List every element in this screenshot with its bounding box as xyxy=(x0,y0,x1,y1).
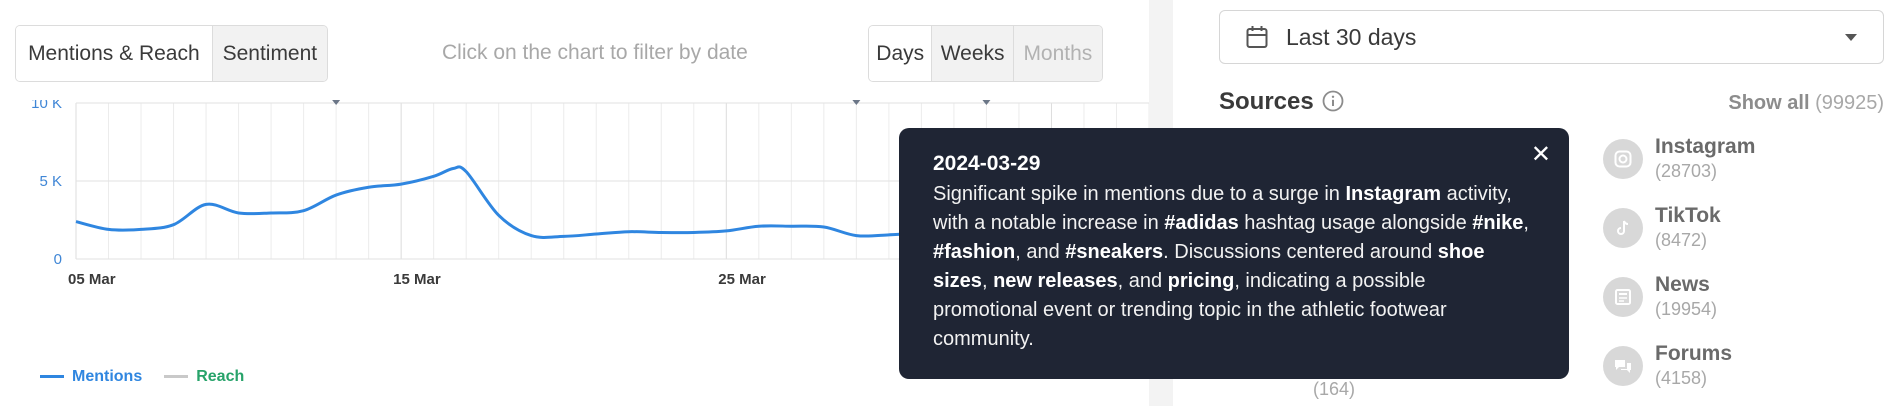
tiktok-icon xyxy=(1603,208,1643,248)
show-all-link[interactable]: Show all (99925) xyxy=(1728,92,1884,115)
tooltip-text: hashtag usage alongside xyxy=(1238,212,1473,234)
tooltip-text: , and xyxy=(1015,241,1066,263)
tooltip-body: Significant spike in mentions due to a s… xyxy=(933,180,1535,354)
x-axis-ticks: 05 Mar 15 Mar 25 Mar xyxy=(68,271,766,288)
tooltip-highlight: #nike xyxy=(1472,212,1524,234)
tooltip-highlight: Instagram xyxy=(1345,183,1442,205)
y-tick-label: 5 K xyxy=(39,173,62,190)
tooltip-text: , xyxy=(981,270,994,292)
source-name: Instagram xyxy=(1655,135,1756,158)
tooltip-highlight: #fashion xyxy=(933,241,1016,263)
close-icon[interactable]: ✕ xyxy=(1531,140,1551,169)
legend-mentions-swatch xyxy=(40,375,64,379)
info-icon[interactable] xyxy=(1322,90,1344,112)
sources-title: Sources xyxy=(1219,88,1314,115)
source-name: News xyxy=(1655,273,1710,296)
legend-mentions-label: Mentions xyxy=(72,368,143,385)
calendar-icon xyxy=(1246,26,1268,48)
source-count: (19954) xyxy=(1655,299,1718,319)
source-name: TikTok xyxy=(1655,204,1721,227)
tooltip-highlight: pricing xyxy=(1167,270,1235,292)
chart-tabs: Mentions & Reach Sentiment xyxy=(15,25,328,82)
tooltip-text: . Discussions centered around xyxy=(1163,241,1438,263)
tooltip-highlight: #sneakers xyxy=(1065,241,1164,263)
instagram-icon xyxy=(1603,139,1643,179)
tooltip-highlight: #adidas xyxy=(1164,212,1239,234)
legend-mentions[interactable]: Mentions xyxy=(40,368,142,386)
period-weeks-button[interactable]: Weeks xyxy=(932,26,1014,81)
show-all-count: (99925) xyxy=(1815,92,1884,114)
legend-reach-swatch xyxy=(164,375,189,379)
x-tick-label: 15 Mar xyxy=(393,271,441,288)
tooltip-text: Significant spike in mentions due to a s… xyxy=(933,183,1346,205)
tab-sentiment[interactable]: Sentiment xyxy=(212,26,327,81)
chart-filter-hint: Click on the chart to filter by date xyxy=(442,41,748,64)
source-count: (4158) xyxy=(1655,368,1708,388)
date-range-select[interactable]: Last 30 days xyxy=(1219,10,1884,64)
date-range-label: Last 30 days xyxy=(1286,23,1417,50)
legend-reach-label: Reach xyxy=(196,368,245,385)
tooltip-date: 2024-03-29 xyxy=(933,152,1041,175)
period-selector: Days Weeks Months xyxy=(868,25,1103,82)
tooltip-highlight: new releases xyxy=(993,270,1118,292)
tab-mentions-reach[interactable]: Mentions & Reach xyxy=(16,26,213,81)
chart-tooltip: 2024-03-29 Significant spike in mentions… xyxy=(899,128,1569,379)
chart-legend: Mentions Reach xyxy=(40,368,244,386)
period-months-button[interactable]: Months xyxy=(1013,26,1102,81)
tooltip-text: , and xyxy=(1117,270,1168,292)
period-days-button[interactable]: Days xyxy=(869,26,933,81)
hidden-source-count: (164) xyxy=(1313,379,1356,399)
show-all-label: Show all xyxy=(1728,92,1810,114)
news-icon xyxy=(1603,277,1643,317)
source-count: (28703) xyxy=(1655,161,1718,181)
source-name: Forums xyxy=(1655,342,1733,365)
legend-reach[interactable]: Reach xyxy=(164,368,244,386)
source-count: (8472) xyxy=(1655,230,1708,250)
y-tick-label: 0 xyxy=(54,251,62,268)
y-axis-ticks: 0 5 K 10 K xyxy=(31,100,62,268)
tooltip-text: , xyxy=(1523,212,1529,234)
chevron-down-icon xyxy=(1845,34,1857,41)
dashboard: Mentions & Reach Sentiment Click on the … xyxy=(0,0,1900,406)
x-tick-label: 05 Mar xyxy=(68,271,116,288)
forums-icon xyxy=(1603,346,1643,386)
x-tick-label: 25 Mar xyxy=(718,271,766,288)
y-tick-label: 10 K xyxy=(31,100,62,112)
